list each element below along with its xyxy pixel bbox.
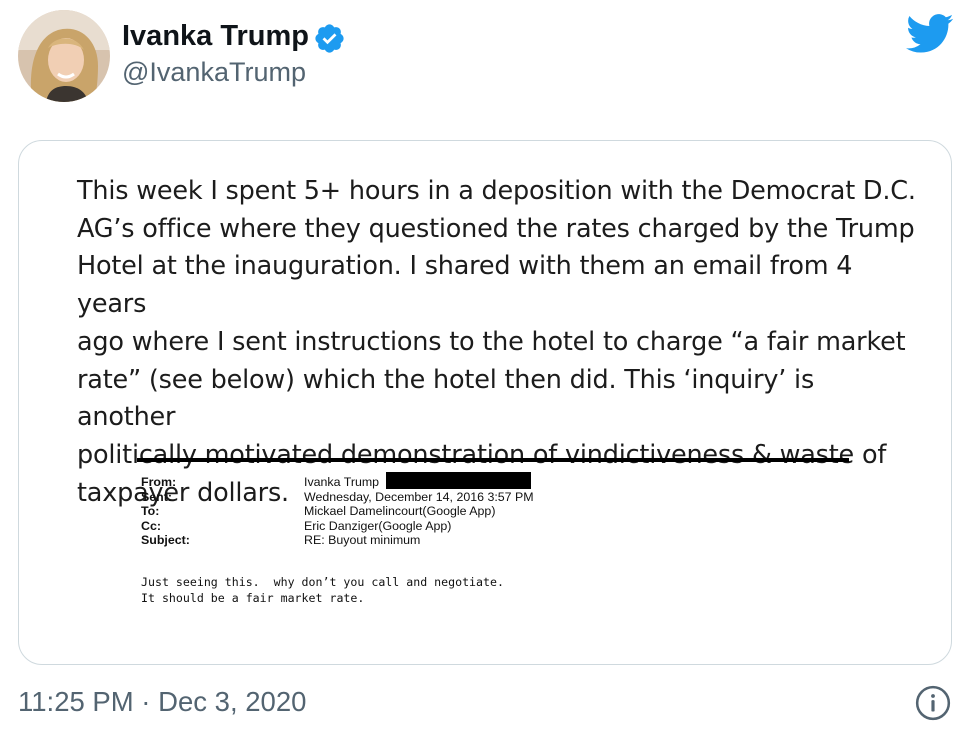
statement-line: Hotel at the inauguration. I shared with… <box>77 251 853 320</box>
tweet-timestamp[interactable]: 11:25 PM · Dec 3, 2020 <box>18 686 306 718</box>
author-handle[interactable]: @IvankaTrump <box>122 57 306 88</box>
email-sent-label: Sent: <box>141 489 172 504</box>
statement-line: taxpayer dollars. <box>77 477 289 508</box>
email-cc-label: Cc: <box>141 518 161 533</box>
avatar[interactable] <box>18 10 110 102</box>
info-icon[interactable] <box>914 684 952 722</box>
verified-badge-icon <box>315 24 344 53</box>
redaction-bar <box>386 472 531 489</box>
twitter-bird-icon[interactable] <box>906 14 954 54</box>
statement-line: politically motivated demonstration of v… <box>77 439 887 470</box>
divider <box>137 458 849 462</box>
statement-line: This week I spent 5+ hours in a depositi… <box>77 176 916 206</box>
email-to-value: Mickael Damelincourt(Google App) <box>304 504 496 519</box>
email-cc-value: Eric Danziger(Google App) <box>304 518 452 533</box>
email-body: Just seeing this. why don’t you call and… <box>141 575 504 606</box>
email-subject-value: RE: Buyout minimum <box>304 533 421 548</box>
email-body-line: Just seeing this. why don’t you call and… <box>141 575 504 589</box>
tweet-image[interactable]: This week I spent 5+ hours in a depositi… <box>18 140 952 665</box>
statement-line: ago where I sent instructions to the hot… <box>77 326 906 357</box>
email-to-label: To: <box>141 504 160 519</box>
statement-line: AG’s office where they questioned the ra… <box>77 213 915 244</box>
email-from-label: From: <box>141 475 177 489</box>
author-name[interactable]: Ivanka Trump <box>122 20 309 53</box>
statement-line: rate” (see below) which the hotel then d… <box>77 364 815 433</box>
email-body-line: It should be a fair market rate. <box>141 590 365 605</box>
email-subject-label: Subject: <box>141 533 190 548</box>
email-from-value: Ivanka Trump <box>304 475 380 489</box>
email-sent-value: Wednesday, December 14, 2016 3:57 PM <box>304 489 534 504</box>
